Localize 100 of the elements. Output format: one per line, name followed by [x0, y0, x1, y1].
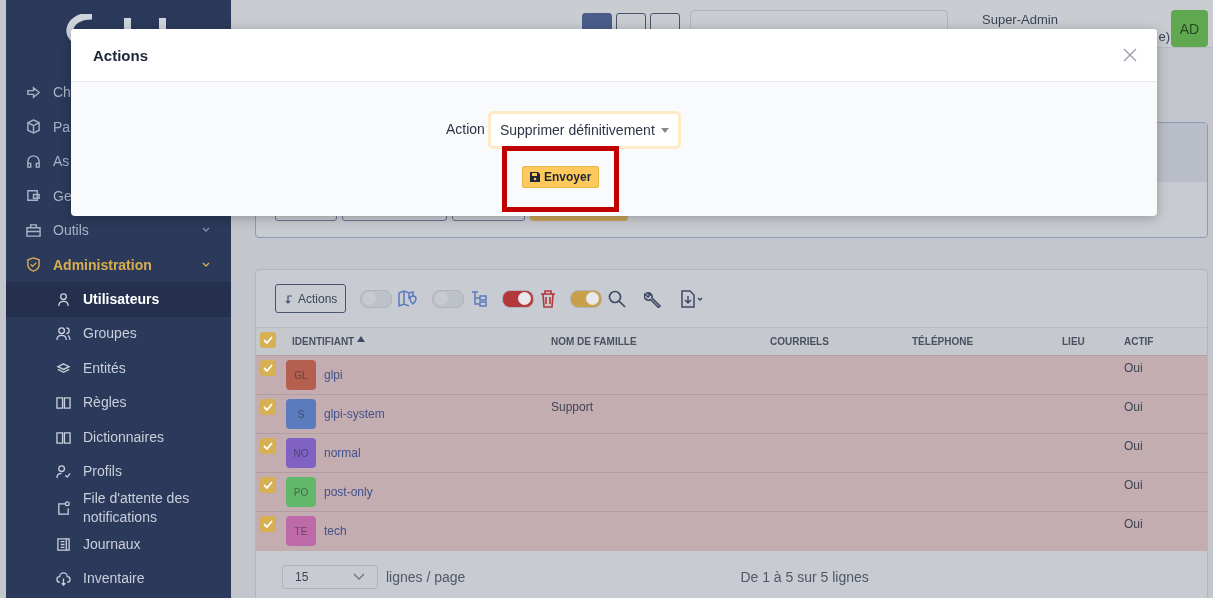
submit-button[interactable]: Envoyer [522, 166, 600, 188]
sidebar-label: Inventaire [83, 569, 145, 589]
sidebar-item[interactable]: Administration [6, 247, 231, 282]
user-link[interactable]: glpi-system [324, 407, 385, 421]
sidebar-subitem[interactable]: Groupes [6, 316, 231, 351]
user-avatar: PO [286, 477, 316, 507]
chevron-icon [353, 572, 365, 581]
toggle-switch[interactable] [360, 289, 393, 308]
table-cell: Oui [1124, 478, 1143, 492]
sidebar-label: Règles [83, 393, 127, 413]
table-cell: Oui [1124, 439, 1143, 453]
sidebar-subitem[interactable]: Règles [6, 385, 231, 420]
toggle-switch[interactable] [570, 289, 603, 308]
user-link[interactable]: post-only [324, 485, 373, 499]
toggle-switch[interactable] [432, 289, 465, 308]
map-icon[interactable] [398, 289, 419, 308]
save-icon [530, 172, 540, 182]
user-avatar[interactable]: AD [1171, 10, 1208, 47]
table-cell: Oui [1124, 517, 1143, 531]
pagination-summary: De 1 à 5 sur 5 lignes [740, 568, 869, 585]
column-header[interactable]: NOM DE FAMILLE [545, 327, 764, 356]
bell-icon [56, 500, 71, 516]
sidebar-item[interactable]: Outils [6, 213, 231, 248]
cloud-icon [56, 571, 71, 587]
briefcase-icon [26, 222, 41, 238]
sidebar-label: File d'attente des notifications [83, 489, 191, 527]
user-entity: e) [1158, 28, 1170, 45]
table-cell: Support [551, 400, 594, 414]
row-checkbox[interactable] [260, 360, 276, 376]
sidebar-subitem[interactable]: Inventaire [6, 561, 231, 596]
select-all-checkbox[interactable] [260, 332, 276, 348]
sidebar-label: As [53, 153, 71, 170]
user-link[interactable]: normal [324, 446, 361, 460]
close-icon[interactable] [1123, 48, 1137, 62]
user-link[interactable]: glpi [324, 368, 343, 382]
box-icon [26, 119, 41, 135]
journal-icon [56, 536, 71, 552]
sidebar-label: Administration [53, 256, 153, 273]
sidebar-subitem[interactable]: File d'attente des notifications [6, 489, 231, 527]
shield-icon [26, 257, 41, 273]
export-icon[interactable] [680, 289, 705, 308]
user-check-icon [56, 464, 71, 480]
trash-icon[interactable] [540, 289, 557, 308]
caret-icon [660, 127, 669, 133]
sidebar-label: Dictionnaires [83, 427, 164, 447]
per-page-select[interactable]: 15 [282, 564, 378, 589]
user-link[interactable]: tech [324, 524, 347, 539]
user-avatar: S [286, 399, 316, 429]
tree-icon[interactable] [470, 289, 489, 308]
row-checkbox[interactable] [260, 516, 276, 532]
row-checkbox[interactable] [260, 438, 276, 454]
table-cell: Oui [1124, 361, 1143, 375]
user-avatar: TE [286, 516, 316, 547]
book-icon [56, 429, 71, 445]
actions-button[interactable]: Actions [275, 284, 347, 313]
row-checkbox[interactable] [260, 477, 276, 493]
user-avatar: GL [286, 360, 316, 390]
sidebar-label: Profils [83, 462, 122, 482]
book-icon [56, 395, 71, 411]
sidebar-label: Ge [53, 187, 73, 204]
user-avatar: NO [286, 438, 316, 468]
arrow-icon [26, 84, 41, 100]
column-header[interactable]: LIEU [1056, 327, 1118, 356]
sidebar-item[interactable]: Ge [6, 178, 231, 213]
user-icon [56, 291, 71, 307]
sidebar-item[interactable]: Pa [6, 109, 231, 144]
row-checkbox[interactable] [260, 399, 276, 415]
sidebar-subitem[interactable]: Profils [6, 454, 231, 489]
wallet-icon [26, 188, 41, 204]
sidebar-label: Groupes [83, 324, 137, 344]
per-page-label: lignes / page [386, 568, 466, 585]
action-select[interactable]: Supprimer définitivement [487, 111, 681, 149]
toggle-switch[interactable] [502, 289, 535, 308]
return-arrow-icon [284, 293, 294, 304]
column-header[interactable]: ACTIF [1118, 327, 1207, 356]
column-header[interactable]: COURRIELS [764, 327, 906, 356]
headset-icon [26, 153, 41, 169]
sidebar-label: Utilisateurs [83, 289, 160, 309]
sidebar-subitem[interactable]: Dictionnaires [6, 420, 231, 455]
sidebar-item[interactable]: Ch [6, 75, 231, 110]
layers-icon [56, 360, 71, 376]
user-name: Super-Admin [982, 11, 1058, 28]
column-header[interactable]: IDENTIFIANT [286, 327, 545, 356]
sidebar-label: Outils [53, 222, 90, 239]
table-cell: Oui [1124, 400, 1143, 414]
wrench-icon[interactable] [644, 289, 663, 308]
sidebar-item[interactable]: As [6, 144, 231, 179]
sidebar-label: Journaux [83, 534, 141, 554]
search-icon[interactable] [608, 289, 627, 308]
sidebar-label: Pa [53, 118, 72, 135]
field-label: Action [446, 120, 485, 137]
sidebar-subitem[interactable]: Entités [6, 351, 231, 386]
column-header[interactable]: TÉLÉPHONE [906, 327, 1056, 356]
dialog-title: Actions [93, 46, 148, 64]
sidebar-label: Ch [53, 84, 72, 101]
sidebar-subitem[interactable]: Utilisateurs [6, 282, 231, 317]
sidebar-label: Entités [83, 358, 126, 378]
sidebar-subitem[interactable]: Journaux [6, 527, 231, 562]
sort-icon [357, 336, 366, 342]
users-icon [56, 326, 71, 342]
